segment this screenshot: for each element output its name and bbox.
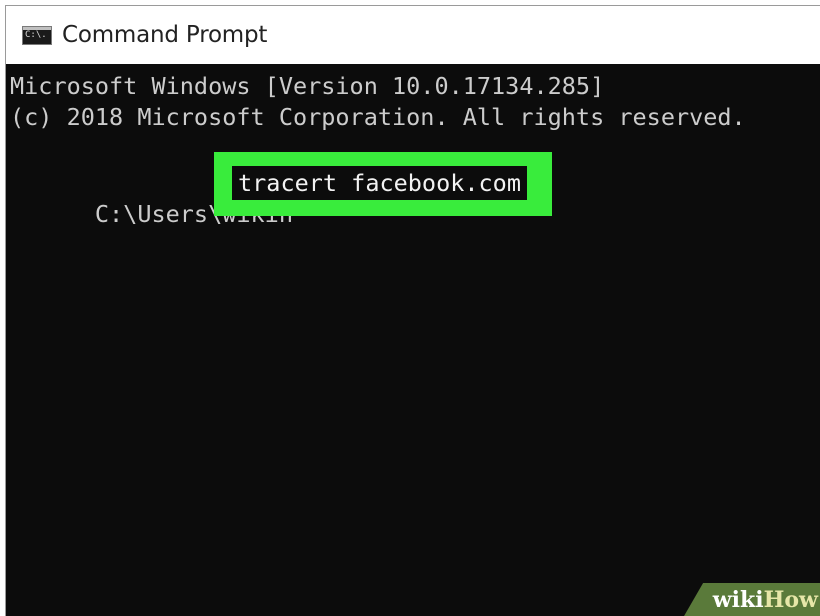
typed-command[interactable]: tracert facebook.com [232, 166, 527, 200]
console-line: (c) 2018 Microsoft Corporation. All righ… [10, 103, 746, 131]
wikihow-logo-wiki: wiki [712, 587, 764, 613]
window-title: Command Prompt [62, 22, 268, 48]
console-output[interactable]: Microsoft Windows [Version 10.0.17134.28… [6, 64, 820, 616]
command-highlight: tracert facebook.com [214, 152, 552, 216]
cmd-icon: C:\. [22, 25, 52, 45]
wikihow-logo-how: How [763, 587, 818, 613]
title-bar[interactable]: C:\. Command Prompt [6, 6, 820, 64]
wikihow-logo: wikiHow [713, 587, 818, 613]
command-prompt-window: C:\. Command Prompt Microsoft Windows [V… [5, 5, 820, 616]
console-line: Microsoft Windows [Version 10.0.17134.28… [10, 72, 605, 100]
